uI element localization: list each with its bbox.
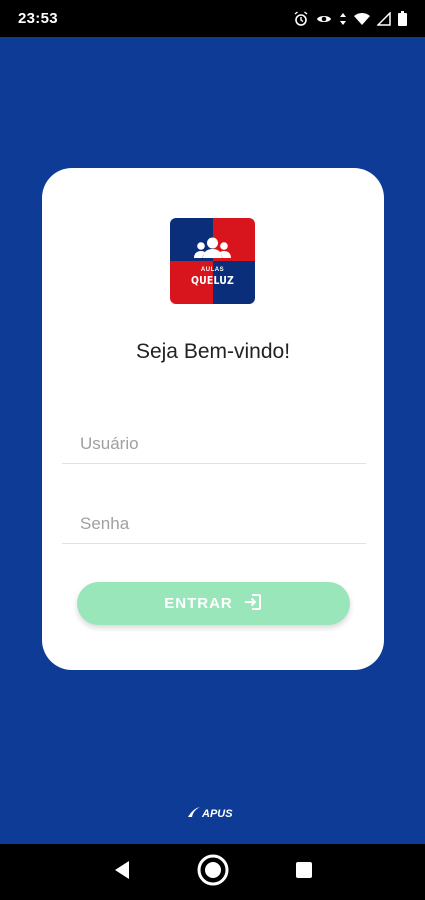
apus-logo: APUS [187, 806, 233, 821]
password-field [62, 504, 366, 544]
login-icon [243, 592, 263, 616]
back-icon[interactable] [112, 859, 132, 886]
signal-icon [377, 11, 391, 26]
welcome-title: Seja Bem-vindo! [135, 340, 291, 363]
battery-icon [398, 11, 407, 26]
eye-icon [316, 12, 332, 26]
logo-text-top: AULAS [200, 267, 225, 273]
apus-brand-text: APUS [202, 807, 233, 820]
username-input[interactable] [62, 424, 366, 463]
status-time: 23:53 [18, 10, 58, 27]
wifi-icon [354, 12, 370, 26]
recents-icon[interactable] [295, 861, 313, 884]
navigation-bar [0, 844, 425, 900]
enter-button[interactable]: ENTRAR [77, 582, 350, 625]
login-card: AULAS QUELUZ Seja Bem-vindo! ENTRAR [42, 168, 384, 670]
home-icon[interactable] [196, 853, 230, 892]
status-icons [293, 10, 407, 27]
people-icon [192, 236, 233, 269]
alarm-icon [293, 10, 309, 27]
data-arrows-icon [339, 12, 347, 26]
password-input[interactable] [62, 504, 366, 543]
enter-button-label: ENTRAR [164, 595, 233, 612]
status-bar: 23:53 [0, 0, 425, 37]
username-field [62, 424, 366, 464]
apus-swoosh-icon [187, 806, 201, 821]
app-logo: AULAS QUELUZ [170, 218, 255, 304]
logo-text-main: QUELUZ [191, 274, 234, 287]
